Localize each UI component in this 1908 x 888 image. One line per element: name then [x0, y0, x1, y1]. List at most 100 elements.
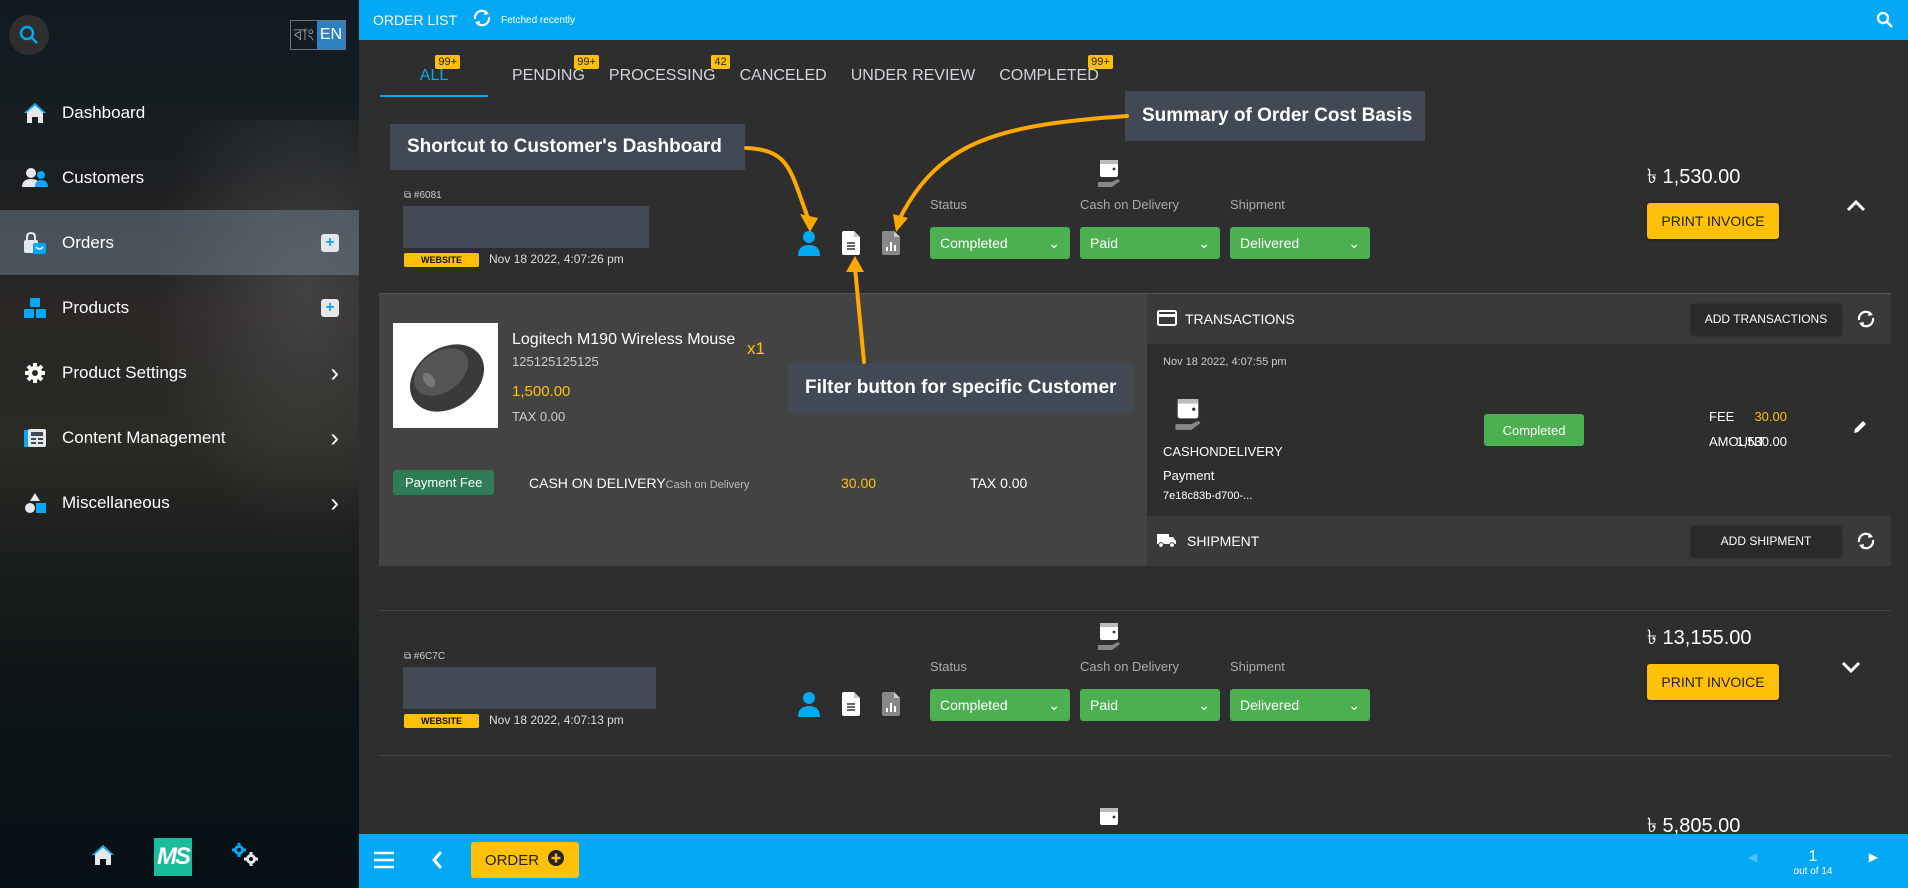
- print-invoice-button[interactable]: PRINT INVOICE: [1647, 664, 1779, 700]
- transaction-status-badge: Completed: [1484, 414, 1584, 446]
- filter-customer-icon[interactable]: [842, 231, 860, 260]
- chevron-down-icon: ⌄: [1198, 696, 1210, 713]
- tab-pending[interactable]: PENDING 99+: [512, 55, 599, 97]
- fee-label: FEE: [1709, 409, 1735, 424]
- add-shipment-button[interactable]: ADD SHIPMENT: [1691, 526, 1841, 556]
- sidebar-item-label: Miscellaneous: [62, 492, 170, 512]
- sidebar-item-label: Products: [62, 297, 130, 317]
- filter-customer-icon[interactable]: [842, 692, 860, 721]
- tab-label: ALL: [419, 67, 449, 84]
- status-label: Status: [930, 197, 967, 212]
- transaction-provider: CASHONDELIVERY: [1163, 444, 1283, 459]
- expand-chevron-down-icon[interactable]: [1841, 657, 1861, 680]
- refresh-icon[interactable]: [471, 9, 493, 32]
- customer-name-redacted: [403, 206, 649, 248]
- status-select[interactable]: Completed ⌄: [930, 227, 1070, 259]
- collapse-chevron-up-icon[interactable]: [1846, 196, 1866, 219]
- tab-under-review[interactable]: UNDER REVIEW: [851, 55, 975, 97]
- transaction-ref[interactable]: 7e18c83b-d700-...: [1163, 490, 1252, 502]
- cost-summary-icon[interactable]: [882, 231, 900, 260]
- add-product-icon[interactable]: +: [321, 298, 339, 317]
- fee-amount: 30.00: [841, 475, 877, 491]
- sidebar-item-product-settings[interactable]: Product Settings ›: [0, 340, 359, 405]
- shipment-select[interactable]: Delivered ⌄: [1230, 227, 1370, 259]
- order-action-icons: [798, 230, 900, 261]
- edit-pencil-icon[interactable]: [1852, 419, 1868, 440]
- page-total: out of 14: [1793, 866, 1833, 877]
- order-id-text: #6081: [413, 190, 442, 201]
- tab-processing[interactable]: PROCESSING 42: [609, 55, 730, 97]
- sidebar-nav: Dashboard Customers Orders + Products + …: [0, 80, 359, 535]
- current-page[interactable]: 1: [1748, 848, 1878, 866]
- tab-completed[interactable]: COMPLETED 99+: [999, 55, 1113, 97]
- shipment-select[interactable]: Delivered ⌄: [1230, 689, 1370, 721]
- truck-icon: [1157, 532, 1177, 551]
- product-tax: TAX 0.00: [512, 409, 566, 424]
- tab-label: CANCELED: [739, 67, 827, 84]
- transactions-panel: TRANSACTIONS ADD TRANSACTIONS Nov 18 202…: [1147, 294, 1891, 566]
- shipment-label: Shipment: [1230, 197, 1285, 212]
- order-id[interactable]: ⧉ #6081: [404, 190, 442, 201]
- cod-label: Cash on Delivery: [1080, 197, 1179, 212]
- status-select[interactable]: Completed ⌄: [930, 689, 1070, 721]
- sidebar-footer: MS: [90, 838, 260, 876]
- payment-fee-badge: Payment Fee: [393, 470, 495, 495]
- product-name[interactable]: Logitech M190 Wireless Mouse: [512, 331, 735, 349]
- shipment-label: Shipment: [1230, 659, 1285, 674]
- payment-value: Paid: [1090, 235, 1119, 251]
- search-icon[interactable]: [1876, 11, 1894, 34]
- tab-all[interactable]: ALL 99+: [380, 55, 488, 97]
- sidebar-item-content-management[interactable]: Content Management ›: [0, 405, 359, 470]
- customer-dashboard-icon[interactable]: [798, 230, 820, 261]
- order-id[interactable]: ⧉ #6C7C: [404, 651, 445, 662]
- lang-en[interactable]: EN: [317, 21, 345, 49]
- sidebar-search-button[interactable]: [9, 15, 49, 55]
- sidebar-item-customers[interactable]: Customers: [0, 145, 359, 210]
- payment-select[interactable]: Paid ⌄: [1080, 227, 1220, 259]
- back-chevron-icon[interactable]: [431, 850, 443, 875]
- print-invoice-button[interactable]: PRINT INVOICE: [1647, 203, 1779, 239]
- source-badge: WEBSITE: [404, 714, 479, 728]
- app-logo[interactable]: MS: [154, 838, 192, 876]
- refresh-icon[interactable]: [1855, 531, 1877, 554]
- add-transactions-button[interactable]: ADD TRANSACTIONS: [1691, 304, 1841, 334]
- product-image: [393, 323, 498, 428]
- sidebar-item-dashboard[interactable]: Dashboard: [0, 80, 359, 145]
- currency-symbol: ৳: [1647, 166, 1657, 188]
- new-order-button[interactable]: ORDER: [471, 842, 579, 878]
- payment-select[interactable]: Paid ⌄: [1080, 689, 1220, 721]
- chevron-down-icon: ⌄: [1048, 696, 1060, 713]
- newspaper-icon: [22, 425, 48, 451]
- customer-dashboard-icon[interactable]: [798, 691, 820, 722]
- chevron-right-icon: ›: [330, 422, 339, 452]
- chevron-down-icon: ⌄: [1048, 234, 1060, 251]
- product-price: 1,500.00: [512, 383, 571, 400]
- menu-hamburger-icon[interactable]: [373, 850, 395, 875]
- transaction-amount: 1,530.00: [1736, 434, 1787, 449]
- count-badge: 99+: [1088, 55, 1113, 69]
- product-sku: 125125125125: [512, 354, 599, 369]
- cost-summary-icon[interactable]: [882, 692, 900, 721]
- home-icon[interactable]: [90, 843, 116, 872]
- search-icon: [19, 25, 38, 44]
- order-row: ⧉ #6081 WEBSITE Nov 18 2022, 4:07:26 pm …: [379, 150, 1891, 293]
- sidebar-item-products[interactable]: Products +: [0, 275, 359, 340]
- chevron-right-icon: ›: [330, 357, 339, 387]
- add-order-icon[interactable]: +: [321, 233, 339, 252]
- sidebar-item-miscellaneous[interactable]: Miscellaneous ›: [0, 470, 359, 535]
- tab-canceled[interactable]: CANCELED: [740, 55, 827, 97]
- refresh-icon[interactable]: [1855, 309, 1877, 332]
- order-total-value: 1,530.00: [1662, 166, 1741, 188]
- customer-name-redacted: [403, 667, 656, 709]
- fetch-status: Fetched recently: [501, 14, 575, 26]
- fee-method-name: CASH ON DELIVERY: [529, 475, 666, 491]
- tab-label: PENDING: [512, 67, 585, 84]
- new-order-label: ORDER: [484, 851, 540, 869]
- language-switcher[interactable]: বাং EN: [290, 20, 346, 50]
- lang-bn[interactable]: বাং: [291, 21, 317, 49]
- order-details: Logitech M190 Wireless Mouse 12512512512…: [379, 293, 1891, 566]
- next-page-icon[interactable]: ▶: [1869, 850, 1878, 864]
- settings-gears-icon[interactable]: [230, 842, 260, 873]
- prev-page-icon[interactable]: ◀: [1748, 850, 1757, 864]
- sidebar-item-orders[interactable]: Orders +: [0, 210, 359, 275]
